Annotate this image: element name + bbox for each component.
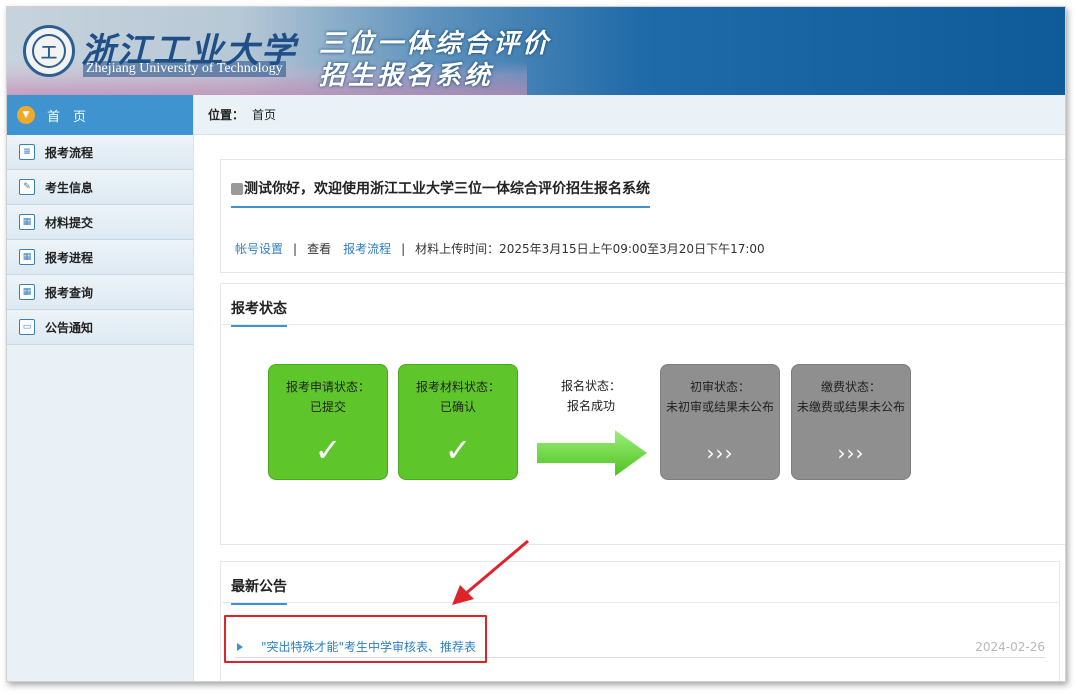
notices-panel-title: 最新公告 [231,576,287,605]
sidebar-item-notices[interactable]: ▭ 公告通知 [7,310,193,345]
account-settings-link[interactable]: 帐号设置 [235,240,283,257]
payment-status-label: 缴费状态： [820,380,881,394]
app-window: 工 浙江工业大学 Zhejiang University of Technolo… [6,6,1066,682]
seal-center: 工 [32,34,66,68]
payment-status-card: 缴费状态： 未缴费或结果未公布 ››› [791,364,911,480]
separator: | [401,241,406,256]
calendar-icon: ▦ [19,284,35,300]
apply-status-label: 报考申请状态： [285,380,370,394]
main-content: 测试你好，欢迎使用浙江工业大学三位一体综合评价招生报名系统 帐号设置 | 查看 … [194,135,1065,681]
sidebar-item-label: 首 页 [47,109,87,125]
welcome-heading: 测试你好，欢迎使用浙江工业大学三位一体综合评价招生报名系统 [231,178,650,208]
first-review-status-card: 初审状态： 未初审或结果未公布 ››› [660,364,780,480]
list-icon: ≡ [19,144,35,160]
register-status: 报名状态： 报名成功 [551,376,631,416]
welcome-text: 测试你好，欢迎使用浙江工业大学三位一体综合评价招生报名系统 [244,181,650,197]
edit-icon: ✎ [19,179,35,195]
sidebar-item-home[interactable]: ▼ 首 页 [7,95,193,135]
upload-time-text: 材料上传时间：2025年3月15日上午09:00至3月20日下午17:00 [415,242,765,256]
material-status-card: 报考材料状态： 已确认 ✓ [398,364,518,480]
sidebar-item-label: 考生信息 [45,180,94,195]
register-status-label: 报名状态： [560,379,621,393]
divider [221,324,1065,325]
status-panel-title: 报考状态 [231,298,287,327]
register-status-value: 报名成功 [566,399,615,413]
check-icon: ✓ [444,431,472,469]
apply-status-card: 报考申请状态： 已提交 ✓ [268,364,388,480]
sidebar-item-label: 公告通知 [45,320,94,335]
chevrons-right-icon: ››› [706,441,734,465]
sidebar-item-process[interactable]: ≡ 报考流程 [7,135,193,170]
redacted-username [231,183,243,195]
sidebar-item-label: 报考进程 [45,250,94,265]
university-seal-icon: 工 [23,25,75,77]
arrow-right-icon [537,430,647,476]
first-review-status-value: 未初审或结果未公布 [665,400,774,414]
calendar-icon: ▦ [19,249,35,265]
notice-date: 2024-02-26 [975,639,1045,654]
sidebar-item-label: 材料提交 [45,215,94,230]
chevron-down-icon: ▼ [17,106,35,124]
university-name-en: Zhejiang University of Technology [83,61,286,77]
calendar-icon: ▦ [19,214,35,230]
apply-status-value: 已提交 [309,400,346,414]
chevrons-right-icon: ››› [837,441,865,465]
sidebar-item-label: 报考查询 [45,285,94,300]
sidebar-item-candidate-info[interactable]: ✎ 考生信息 [7,170,193,205]
breadcrumb: 位置： 首页 [194,95,1065,135]
sidebar-item-progress[interactable]: ▦ 报考进程 [7,240,193,275]
payment-status-value: 未缴费或结果未公布 [796,400,905,414]
welcome-panel: 测试你好，欢迎使用浙江工业大学三位一体综合评价招生报名系统 帐号设置 | 查看 … [220,159,1065,273]
separator: | [293,241,298,256]
sidebar-item-query[interactable]: ▦ 报考查询 [7,275,193,310]
sidebar: ▼ 首 页 ≡ 报考流程 ✎ 考生信息 ▦ 材料提交 ▦ 报考进程 ▦ 报考查询… [7,95,194,681]
first-review-status-label: 初审状态： [689,380,750,394]
annotation-arrow-icon [452,539,529,605]
header-banner: 工 浙江工业大学 Zhejiang University of Technolo… [7,7,1065,95]
view-label: 查看 [307,242,332,256]
breadcrumb-current: 首页 [252,108,277,122]
welcome-links: 帐号设置 | 查看 报考流程 | 材料上传时间：2025年3月15日上午09:0… [235,240,765,257]
sidebar-item-material-submit[interactable]: ▦ 材料提交 [7,205,193,240]
chat-icon: ▭ [19,319,35,335]
status-panel: 报考状态 报考申请状态： 已提交 ✓ 报考材料状态： 已确认 ✓ 报名状态： 报… [220,283,1065,545]
sidebar-item-label: 报考流程 [45,145,94,160]
material-status-value: 已确认 [439,400,476,414]
system-title-line2: 招生报名系统 [319,61,494,91]
check-icon: ✓ [314,431,342,469]
breadcrumb-label: 位置： [208,108,245,122]
process-link[interactable]: 报考流程 [343,240,391,257]
material-status-label: 报考材料状态： [415,380,500,394]
divider [221,602,1059,603]
annotation-highlight-box [224,615,487,663]
